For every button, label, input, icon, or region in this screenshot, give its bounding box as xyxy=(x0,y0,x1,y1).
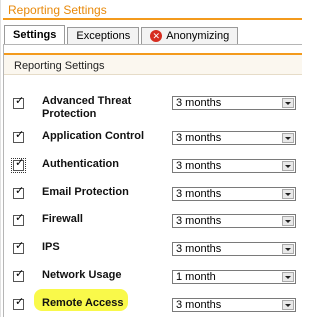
section-header: Reporting Settings xyxy=(4,53,302,75)
application-control-label: Application Control xyxy=(42,130,145,142)
ips-label: IPS xyxy=(42,241,60,253)
select-value: 3 months xyxy=(176,160,222,172)
check-icon: ✓ xyxy=(15,240,25,252)
tab-anonymizing-label: Anonymizing xyxy=(166,30,230,42)
email-protection-label: Email Protection xyxy=(42,186,129,198)
check-icon: ✓ xyxy=(15,129,25,141)
reporting-settings-window: Reporting Settings Settings Exceptions ✕… xyxy=(0,0,302,317)
chevron-down-icon xyxy=(282,216,294,226)
authentication-checkbox[interactable]: ✓ xyxy=(11,157,26,173)
ips-checkbox[interactable]: ✓ xyxy=(13,240,25,254)
select-value: 3 months xyxy=(176,132,222,144)
ips-select[interactable]: 3 months xyxy=(172,242,296,256)
authentication-select[interactable]: 3 months xyxy=(172,159,296,173)
authentication-label: Authentication xyxy=(42,158,119,170)
network-usage-label: Network Usage xyxy=(42,269,122,281)
email-protection-checkbox[interactable]: ✓ xyxy=(13,185,25,199)
chevron-down-icon xyxy=(282,133,294,143)
tab-settings[interactable]: Settings xyxy=(4,25,66,44)
check-icon: ✓ xyxy=(15,296,25,308)
chevron-down-icon xyxy=(282,98,294,108)
select-value: 3 months xyxy=(176,243,222,255)
check-icon: ✓ xyxy=(15,95,25,107)
check-icon: ✓ xyxy=(15,212,25,224)
x-icon: ✕ xyxy=(150,30,163,42)
network-usage-checkbox[interactable]: ✓ xyxy=(13,268,25,282)
tab-settings-label: Settings xyxy=(13,29,57,41)
chevron-down-icon xyxy=(282,161,294,171)
advanced-threat-protection-label: Advanced Threat Protection xyxy=(42,95,132,120)
select-value: 3 months xyxy=(176,188,222,200)
chevron-down-icon xyxy=(282,272,294,282)
check-icon: ✓ xyxy=(15,185,25,197)
remote-access-checkbox[interactable]: ✓ xyxy=(13,296,25,310)
check-icon: ✓ xyxy=(15,268,25,280)
tab-exceptions[interactable]: Exceptions xyxy=(67,27,140,44)
firewall-select[interactable]: 3 months xyxy=(172,214,296,228)
firewall-label: Firewall xyxy=(42,213,83,225)
tab-anonymizing[interactable]: ✕ Anonymizing xyxy=(141,27,239,44)
firewall-checkbox[interactable]: ✓ xyxy=(13,212,25,226)
tab-exceptions-label: Exceptions xyxy=(76,30,131,42)
select-value: 3 months xyxy=(176,299,222,311)
chevron-down-icon xyxy=(282,300,294,310)
tab-bar: Settings Exceptions ✕ Anonymizing xyxy=(4,25,240,45)
chevron-down-icon xyxy=(282,244,294,254)
remote-access-label: Remote Access xyxy=(42,297,124,309)
application-control-checkbox[interactable]: ✓ xyxy=(13,129,25,143)
network-usage-select[interactable]: 1 month xyxy=(172,270,296,284)
chevron-down-icon xyxy=(282,189,294,199)
select-value: 1 month xyxy=(176,271,216,283)
advanced-threat-protection-checkbox[interactable]: ✓ xyxy=(13,95,25,109)
application-control-select[interactable]: 3 months xyxy=(172,131,296,145)
advanced-threat-protection-select[interactable]: 3 months xyxy=(172,96,296,110)
select-value: 3 months xyxy=(176,215,222,227)
remote-access-select[interactable]: 3 months xyxy=(172,298,296,312)
select-value: 3 months xyxy=(176,97,222,109)
check-icon: ✓ xyxy=(15,157,25,169)
email-protection-select[interactable]: 3 months xyxy=(172,187,296,201)
settings-panel: Reporting Settings ✓ Advanced Threat Pro… xyxy=(3,44,302,317)
window-title: Reporting Settings xyxy=(3,0,302,20)
